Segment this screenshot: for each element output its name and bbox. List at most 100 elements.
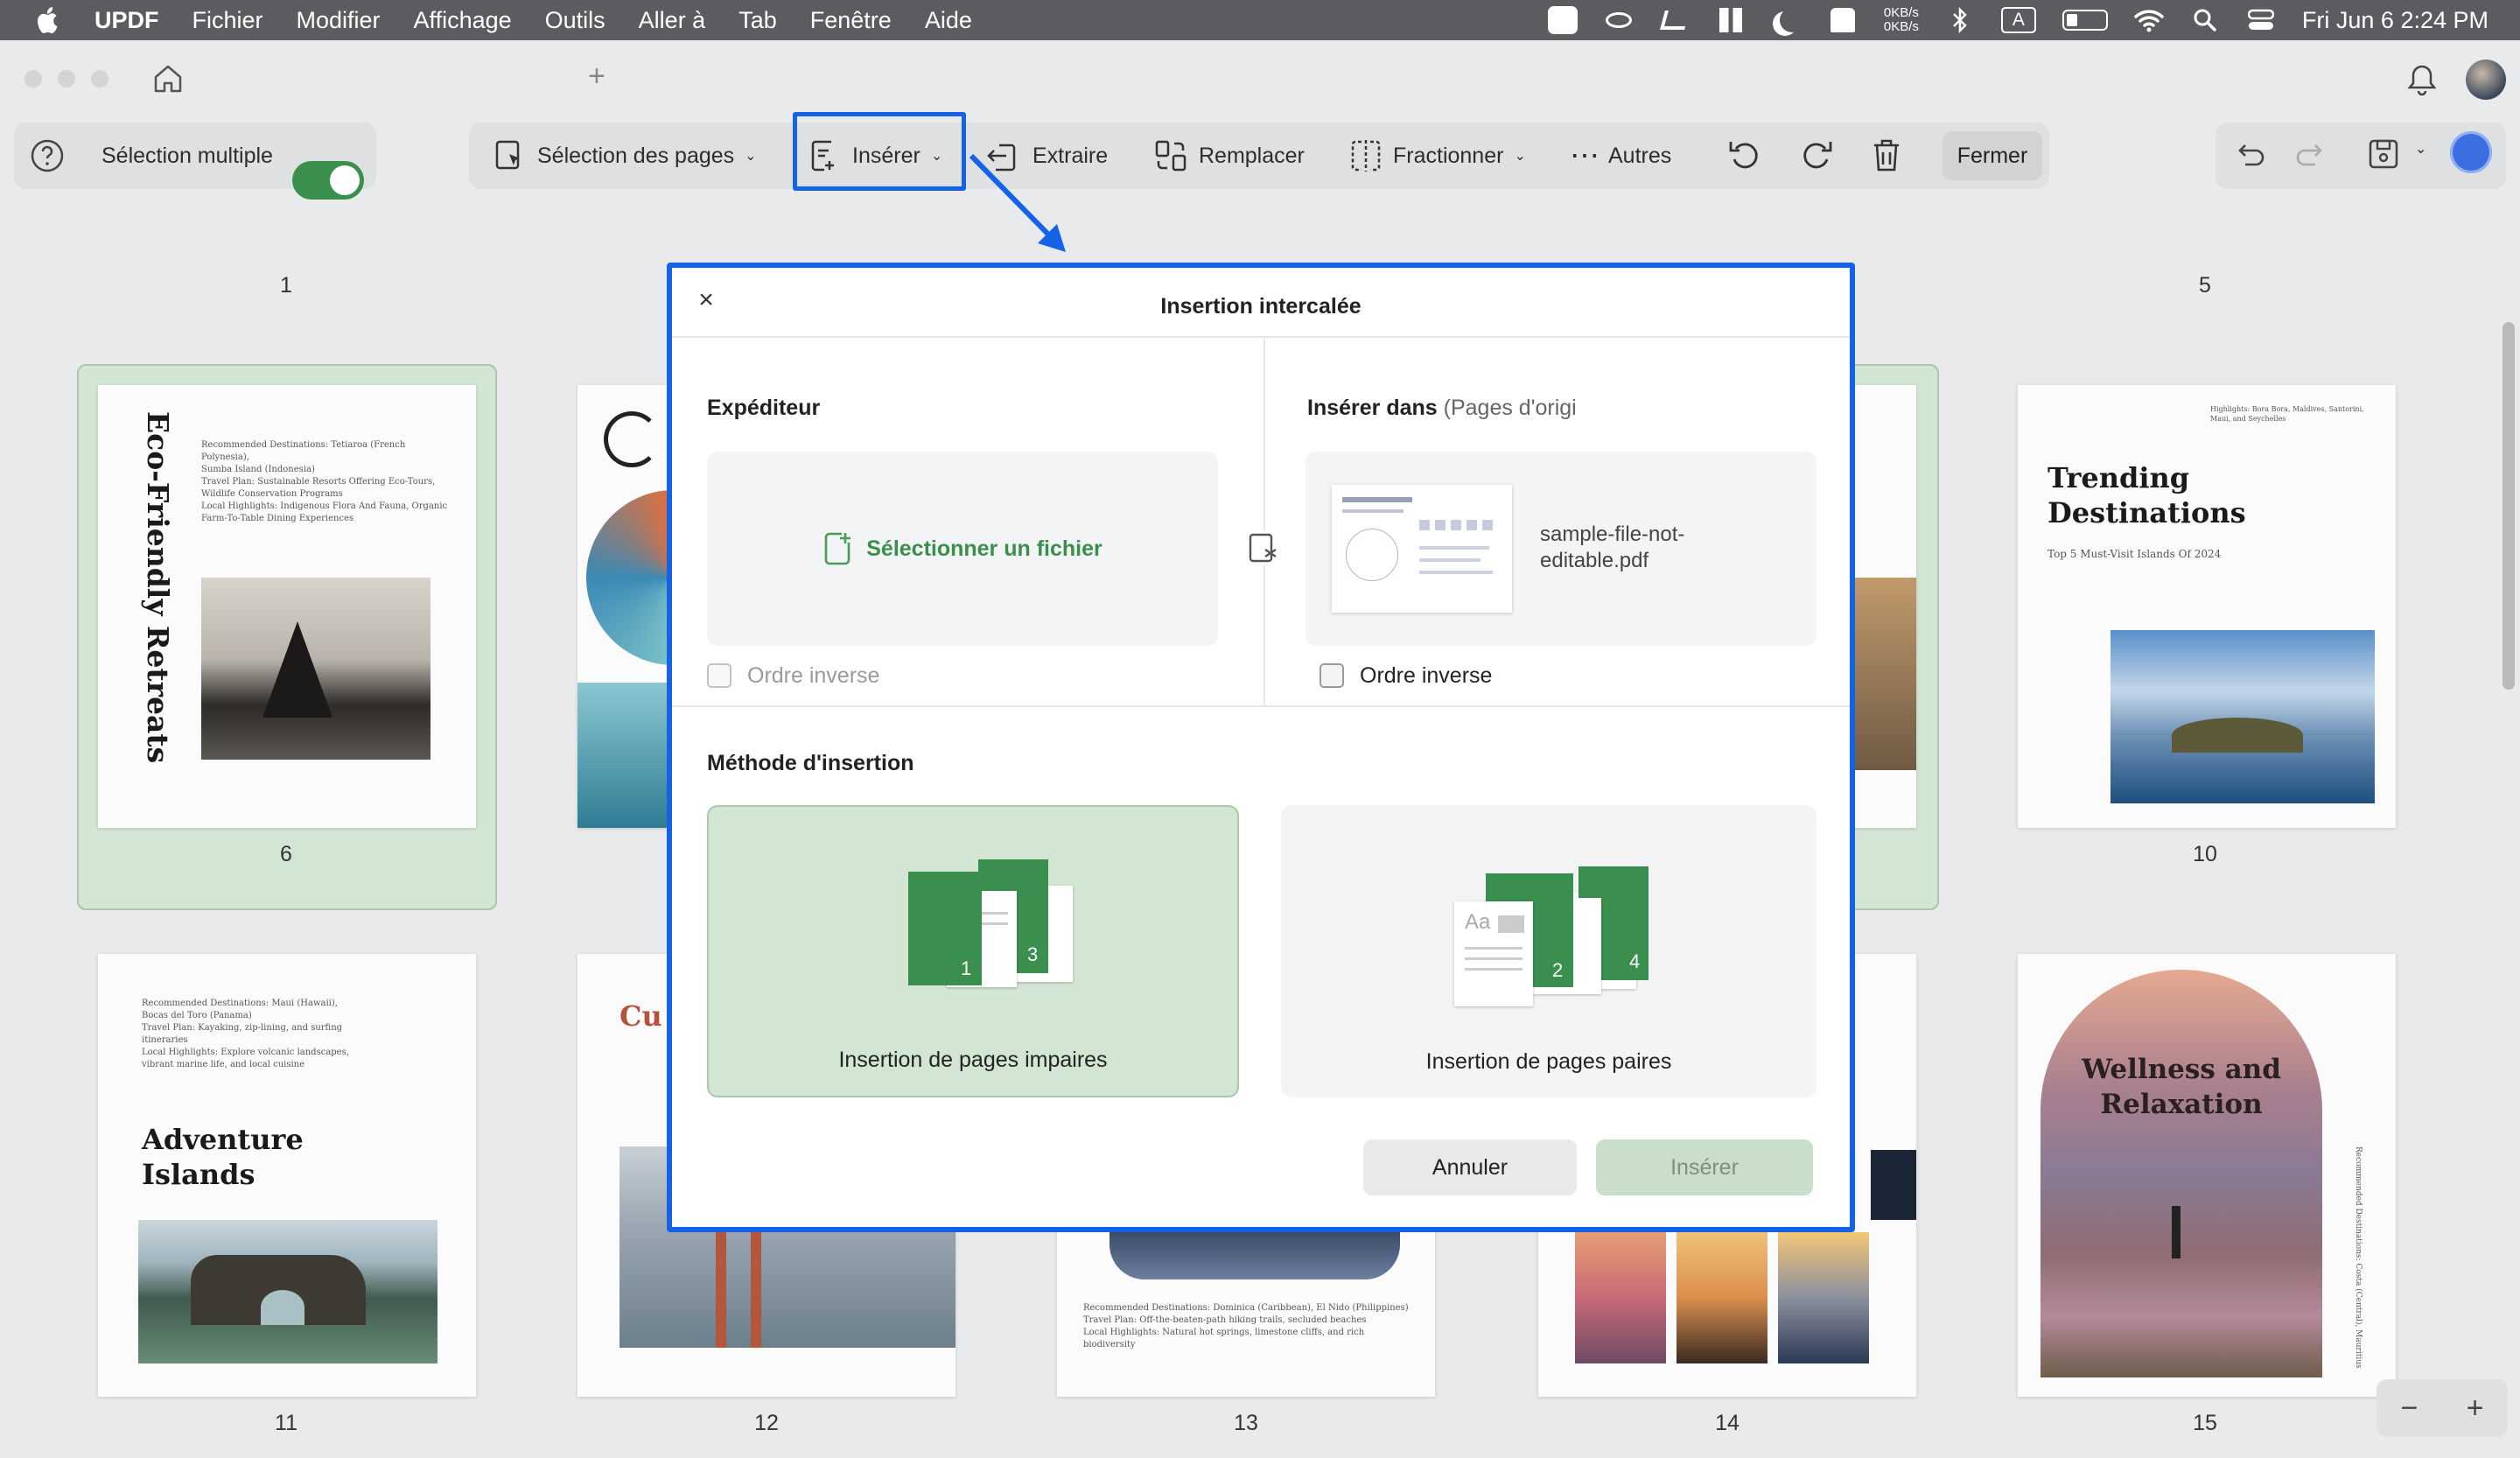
network-down: 0KB/s xyxy=(1883,19,1919,34)
rotate-left-icon[interactable] xyxy=(1726,137,1764,175)
menu-app-name[interactable]: UPDF xyxy=(94,7,159,34)
battery-icon[interactable] xyxy=(2062,10,2108,31)
download-status-icon[interactable] xyxy=(1659,5,1690,35)
text-line: Recommended Destinations: Tetiaroa (Fren… xyxy=(201,440,406,462)
replace-button[interactable]: Remplacer xyxy=(1153,136,1305,176)
window-zoom-button[interactable] xyxy=(91,70,108,88)
chevron-down-icon: ⌄ xyxy=(745,149,757,164)
more-button[interactable]: ⋯ Autres xyxy=(1570,136,1671,176)
home-icon[interactable] xyxy=(150,61,186,96)
cat-status-icon[interactable] xyxy=(1828,5,1858,35)
page-number: 12 xyxy=(754,1411,779,1435)
vertical-scrollbar[interactable] xyxy=(2502,322,2515,690)
split-dropdown-button[interactable]: Fractionner ⌄ xyxy=(1349,136,1526,176)
cancel-button[interactable]: Annuler xyxy=(1363,1139,1577,1195)
even-pages-label: Insertion de pages paires xyxy=(1425,1049,1672,1074)
menu-aide[interactable]: Aide xyxy=(925,7,972,34)
more-dots-icon: ⋯ xyxy=(1570,139,1600,172)
more-label: Autres xyxy=(1608,143,1672,168)
menubar-clock[interactable]: Fri Jun 6 2:24 PM xyxy=(2302,7,2488,34)
sender-label: Expéditeur xyxy=(707,396,821,420)
insertion-method-label: Méthode d'insertion xyxy=(707,751,914,775)
page-10-photo xyxy=(2110,630,2375,803)
page-10-thumbnail[interactable]: Highlights: Bora Bora, Maldives, Santori… xyxy=(2018,385,2396,828)
menu-fenetre[interactable]: Fenêtre xyxy=(810,7,892,34)
window-minimize-button[interactable] xyxy=(58,70,75,88)
page-15-thumbnail[interactable]: Wellness and Relaxation Recommended Dest… xyxy=(2018,954,2396,1397)
help-icon[interactable] xyxy=(30,138,65,173)
menu-tab[interactable]: Tab xyxy=(738,7,777,34)
save-options-chevron-icon[interactable]: ⌄ xyxy=(2415,140,2426,158)
dialog-title: Insertion intercalée xyxy=(1160,294,1362,319)
delete-trash-icon[interactable] xyxy=(1869,137,1904,175)
wifi-icon[interactable] xyxy=(2134,5,2164,35)
even-page-number: 4 xyxy=(1629,950,1641,972)
multi-select-toggle[interactable] xyxy=(292,161,364,200)
reverse-order-checkbox-target[interactable] xyxy=(1320,663,1344,688)
page-selection-dropdown[interactable]: Sélection des pages ⌄ xyxy=(492,136,757,176)
select-file-label: Sélectionner un fichier xyxy=(866,536,1102,561)
ai-assistant-icon[interactable] xyxy=(2450,131,2492,173)
close-page-tools-button[interactable]: Fermer xyxy=(1942,131,2042,180)
zoom-out-icon[interactable]: − xyxy=(2401,1391,2418,1426)
even-pages-option[interactable]: 4 2 Aa Insertion de pages paires xyxy=(1281,805,1816,1097)
extract-icon xyxy=(987,144,1016,172)
text-line: itineraries xyxy=(142,1035,188,1045)
split-icon xyxy=(1351,140,1381,172)
extract-button[interactable]: Extraire xyxy=(985,136,1108,176)
select-file-dropzone[interactable]: Sélectionner un fichier xyxy=(707,452,1218,646)
menu-outils[interactable]: Outils xyxy=(545,7,606,34)
moon-icon[interactable] xyxy=(1772,5,1802,35)
menu-affichage[interactable]: Affichage xyxy=(414,7,512,34)
input-source-indicator[interactable]: A xyxy=(2000,7,2036,33)
bluetooth-icon[interactable] xyxy=(1945,5,1975,35)
odd-page-number: 3 xyxy=(1027,943,1039,965)
text-line: Recommended Destinations: Dominica (Cari… xyxy=(1083,1303,1409,1313)
window-close-button[interactable] xyxy=(24,70,42,88)
text-line: Local Highlights: Natural hot springs, l… xyxy=(1083,1328,1365,1349)
reverse-order-label-sender: Ordre inverse xyxy=(747,663,880,688)
reverse-order-checkbox-sender[interactable] xyxy=(707,663,732,688)
page-11-thumbnail[interactable]: Recommended Destinations: Maui (Hawaii),… xyxy=(98,954,476,1397)
replace-label: Remplacer xyxy=(1199,143,1305,168)
notification-bell-icon[interactable] xyxy=(2406,63,2438,96)
multi-select-label: Sélection multiple xyxy=(102,143,273,168)
page-number: 14 xyxy=(1715,1411,1740,1435)
text-line: Travel Plan: Off-the-beaten-path hiking … xyxy=(1083,1315,1367,1325)
save-icon[interactable] xyxy=(2366,137,2401,172)
page-7-rainbow xyxy=(586,490,676,665)
page-6-photo xyxy=(201,578,430,760)
apple-logo-icon[interactable] xyxy=(35,5,61,35)
user-avatar[interactable] xyxy=(2466,60,2506,100)
page-6-thumbnail[interactable]: Eco-Friendly Retreats Recommended Destin… xyxy=(98,385,476,828)
page-14-photo-3 xyxy=(1778,1232,1869,1363)
odd-pages-option[interactable]: 3 1 Insertion de pages impaires xyxy=(707,805,1239,1097)
menu-fichier[interactable]: Fichier xyxy=(192,7,263,34)
text-line: Bocas del Toro (Panama) xyxy=(142,1011,252,1020)
page-14-photo-2 xyxy=(1676,1232,1768,1363)
redo-icon[interactable] xyxy=(2294,138,2328,172)
insert-dropdown-button[interactable]: Insérer ⌄ xyxy=(808,136,942,176)
page-11-photo xyxy=(138,1220,438,1363)
grid-status-icon[interactable] xyxy=(1716,5,1746,35)
menu-modifier[interactable]: Modifier xyxy=(297,7,381,34)
new-tab-button[interactable]: + xyxy=(588,60,606,94)
target-file-name: sample-file-not-editable.pdf xyxy=(1540,522,1685,572)
drive-status-icon[interactable] xyxy=(1604,5,1634,35)
spotlight-search-icon[interactable] xyxy=(2190,5,2220,35)
zoom-in-icon[interactable]: + xyxy=(2467,1391,2484,1426)
odd-pages-illustration: 3 1 xyxy=(908,859,1073,991)
rotate-right-icon[interactable] xyxy=(1797,137,1836,175)
control-center-icon[interactable] xyxy=(2246,5,2276,35)
divider xyxy=(672,705,1850,707)
swap-files-icon[interactable] xyxy=(1246,530,1281,565)
menu-aller-a[interactable]: Aller à xyxy=(639,7,706,34)
page-7-logo-mark xyxy=(604,411,660,467)
page-7-thumbnail[interactable] xyxy=(578,385,676,828)
undo-icon[interactable] xyxy=(2233,138,2266,172)
text-line: Sumba Island (Indonesia) xyxy=(201,465,315,474)
page-11-text: Recommended Destinations: Maui (Hawaii),… xyxy=(142,998,422,1071)
updf-status-icon[interactable] xyxy=(1547,5,1578,35)
insert-confirm-button[interactable]: Insérer xyxy=(1596,1139,1813,1195)
page-selection-label: Sélection des pages xyxy=(537,143,735,168)
